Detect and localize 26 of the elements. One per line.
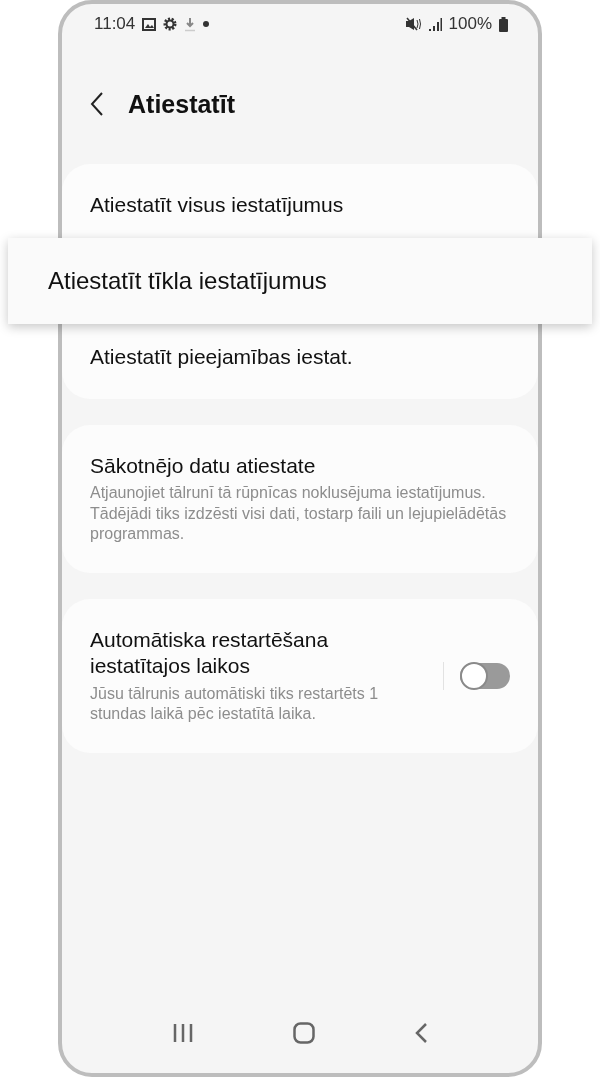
item-title: Automātiska restartēšana iestatītajos laikos [90,627,330,680]
home-button[interactable] [293,1022,315,1044]
recent-apps-button[interactable] [171,1023,194,1043]
image-icon [142,17,157,31]
item-title: Atiestatīt pieejamības iestat. [90,344,354,371]
item-title: Sākotnējo datu atiestate [90,452,317,479]
back-nav-button[interactable] [414,1022,429,1044]
menu-item[interactable]: Automātiska restartēšana iestatītajos laikos Jūsu tālrunis automātiski tiks restartēts 1 stundas laikā pēc iestatītā laika. [62,611,538,742]
battery-icon [499,16,508,32]
item-title: Atiestatīt visus iestatījumus [90,192,345,218]
item-title: Atiestatīt tīkla iestatījumus [48,266,328,297]
menu-item[interactable]: Atiestatīt visus iestatījumus [62,176,538,235]
toggle-switch[interactable] [460,663,510,690]
download-icon [184,16,197,32]
highlighted-menu-item[interactable]: Atiestatīt tīkla iestatījumus [8,238,592,325]
battery-level: 100% [448,14,492,34]
clock-time: 11:04 [94,14,136,34]
signal-icon [428,17,442,31]
mute-icon [404,17,422,31]
menu-item[interactable]: Sākotnējo datu atiestate Atjaunojiet tālrunī tā rūpnīcas noklusējuma iestatījumus. Tādējādi tiks izdzēsti visi dati, tostarp faili un lejupielādētās programmas. [62,436,538,562]
gear-icon [163,17,178,31]
page-title: Atiestatīt [128,89,235,119]
item-description: Jūsu tālrunis automātiski tiks restartēts 1 stundas laikā pēc iestatītā laika. [90,683,380,725]
menu-item[interactable]: Atiestatīt pieejamības iestat. [62,328,538,387]
dot-icon [203,21,210,27]
item-description: Atjaunojiet tālrunī tā rūpnīcas noklusējuma iestatījumus. Tādējādi tiks izdzēsti visi dati, tostarp faili un lejupielādētās programmas. [90,482,508,545]
